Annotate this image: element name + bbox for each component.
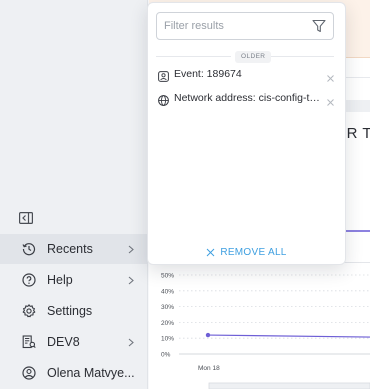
chevron-right-icon bbox=[128, 275, 136, 285]
divider bbox=[271, 56, 334, 57]
line-chart-svg: 50% 40% 30% 20% 10% 0% Mon 18 bbox=[161, 273, 370, 389]
sidebar-item-label: Recents bbox=[47, 242, 93, 256]
filter-input[interactable] bbox=[157, 13, 307, 39]
sidebar-item-label: Help bbox=[47, 273, 73, 287]
sidebar: Recents Help Settings DEV8 Olena Matvye.… bbox=[0, 0, 148, 389]
series-line bbox=[207, 334, 370, 338]
gear-icon bbox=[21, 303, 37, 319]
divider bbox=[156, 56, 231, 57]
y-tick-label: 30% bbox=[161, 304, 174, 311]
sidebar-item-label: DEV8 bbox=[47, 335, 80, 349]
data-point[interactable] bbox=[205, 332, 211, 338]
remove-all-label: REMOVE ALL bbox=[220, 246, 287, 258]
sidebar-item-label: Settings bbox=[47, 304, 93, 318]
section-header-older: OLDER bbox=[156, 51, 334, 63]
user-icon bbox=[21, 365, 37, 381]
history-icon bbox=[21, 241, 37, 257]
event-icon bbox=[158, 69, 169, 82]
remove-all-button[interactable]: REMOVE ALL bbox=[148, 243, 345, 261]
x-tick-label: Mon 18 bbox=[198, 365, 220, 372]
chevron-right-icon bbox=[128, 337, 136, 347]
y-tick-label: 10% bbox=[161, 336, 174, 343]
range-selector[interactable] bbox=[208, 382, 370, 389]
chevron-right-icon bbox=[128, 244, 136, 254]
close-icon[interactable] bbox=[326, 70, 335, 82]
y-tick-label: 20% bbox=[161, 320, 174, 327]
sidebar-collapse-icon bbox=[19, 212, 33, 224]
sidebar-item-recents[interactable]: Recents bbox=[0, 234, 148, 264]
help-icon bbox=[21, 272, 37, 288]
recent-item[interactable]: Network address: cis-config-tes... bbox=[148, 88, 345, 110]
sidebar-item-user[interactable]: Olena Matvye... bbox=[0, 358, 148, 388]
sidebar-item-dev8[interactable]: DEV8 bbox=[0, 327, 148, 357]
y-tick-label: 40% bbox=[161, 288, 174, 295]
sidebar-item-label: Olena Matvye... bbox=[47, 366, 135, 380]
globe-icon bbox=[158, 93, 169, 106]
org-icon bbox=[21, 334, 37, 350]
sidebar-collapse-button[interactable] bbox=[17, 210, 35, 226]
sidebar-item-help[interactable]: Help bbox=[0, 265, 148, 295]
recent-item-label: Network address: cis-config-tes... bbox=[174, 92, 324, 104]
recent-item[interactable]: Event: 189674 bbox=[148, 64, 345, 86]
close-icon[interactable] bbox=[326, 94, 335, 106]
filter-box bbox=[156, 12, 334, 40]
recents-popover: OLDER Event: 189674 Network address: cis… bbox=[147, 2, 346, 265]
recent-item-label: Event: 189674 bbox=[174, 68, 242, 80]
y-tick-label: 0% bbox=[161, 352, 171, 359]
filter-icon[interactable] bbox=[312, 19, 326, 33]
section-label: OLDER bbox=[235, 51, 272, 63]
close-icon bbox=[206, 248, 215, 256]
y-tick-label: 50% bbox=[161, 273, 174, 280]
sidebar-item-settings[interactable]: Settings bbox=[0, 296, 148, 326]
line-chart: 50% 40% 30% 20% 10% 0% Mon 18 bbox=[149, 266, 370, 389]
